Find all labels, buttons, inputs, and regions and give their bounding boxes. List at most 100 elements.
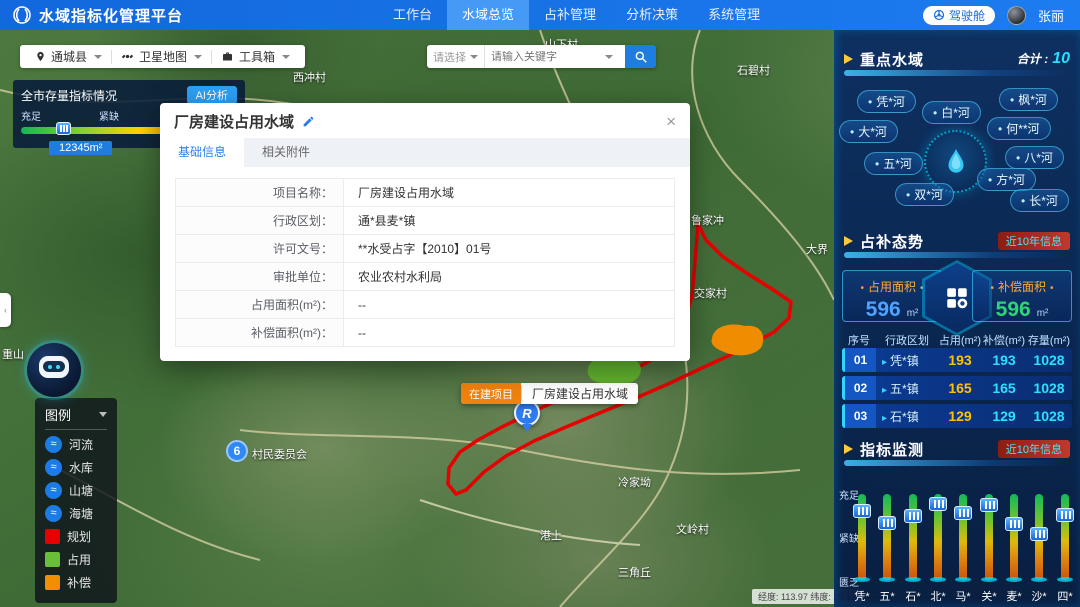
table-row[interactable]: 01▸凭*镇1931931028: [842, 348, 1072, 372]
field-value: --: [344, 319, 675, 347]
level-marker[interactable]: [904, 509, 922, 523]
modal-body: 项目名称：厂房建设占用水域行政区划：通*县麦*镇许可文号：**水受占字【2010…: [160, 167, 690, 361]
legend-items: ≈河流 ≈水库 ≈山塘 ≈海塘规划占用补偿: [45, 436, 107, 591]
legend-item[interactable]: ≈山塘: [45, 482, 107, 499]
toolbox-icon: [221, 51, 234, 63]
app-logo: 水域指标化管理平台: [12, 5, 183, 26]
collapse-arrow-icon[interactable]: [99, 412, 107, 417]
compensated-value: 596: [996, 298, 1031, 321]
field-label: 行政区划：: [176, 207, 344, 235]
monitor-bar: [909, 494, 917, 580]
bullet-icon: •: [850, 125, 854, 139]
map-label: 鲁家冲: [691, 212, 724, 228]
project-callout[interactable]: 在建项目 厂房建设占用水域: [461, 383, 638, 404]
水库-icon: ≈: [45, 459, 62, 476]
nav-item[interactable]: 占补管理: [529, 0, 611, 30]
monitor-bar: [1061, 494, 1069, 580]
project-pin[interactable]: R: [514, 400, 540, 432]
row-town: ▸凭*镇: [876, 352, 938, 369]
arrow-icon: [844, 444, 853, 454]
town-label: 北*: [925, 588, 951, 604]
stock-panel-title: 全市存量指标情况: [21, 87, 117, 104]
row-index: 01: [842, 348, 876, 372]
close-icon[interactable]: ×: [666, 113, 676, 130]
ai-assistant-avatar[interactable]: [27, 343, 81, 397]
legend-item[interactable]: ≈海塘: [45, 505, 107, 522]
basemap-select[interactable]: 卫星地图: [112, 48, 211, 65]
user-avatar[interactable]: [1007, 6, 1026, 25]
nav-item[interactable]: 系统管理: [693, 0, 775, 30]
triangle-icon: ▸: [882, 357, 887, 368]
table-row[interactable]: 03▸石*镇1291291028: [842, 404, 1072, 428]
search-category-select[interactable]: 请选择: [427, 45, 485, 68]
modal-tab[interactable]: 基础信息: [160, 138, 244, 167]
chevron-down-icon: [470, 55, 478, 59]
level-marker[interactable]: [853, 504, 871, 518]
river-pill[interactable]: •双*河: [895, 183, 954, 206]
nav-item[interactable]: 分析决策: [611, 0, 693, 30]
legend-item[interactable]: ≈水库: [45, 459, 107, 476]
river-pill[interactable]: •八*河: [1005, 146, 1064, 169]
field-table: 项目名称：厂房建设占用水域行政区划：通*县麦*镇许可文号：**水受占字【2010…: [176, 179, 675, 347]
ai-analysis-button[interactable]: AI分析: [187, 86, 237, 104]
pin-tip: [522, 424, 532, 432]
row-stock: 1028: [1026, 380, 1072, 396]
blocks-icon: [944, 285, 970, 311]
toolbox-select[interactable]: 工具箱: [212, 48, 299, 65]
region-select[interactable]: 通城县: [26, 48, 111, 65]
legend-item[interactable]: ≈河流: [45, 436, 107, 453]
modal-title: 厂房建设占用水域: [174, 111, 294, 132]
chevron-down-icon: [194, 55, 202, 59]
balance-badge[interactable]: 近10年信息: [998, 232, 1070, 250]
legend-item[interactable]: 补偿: [45, 574, 107, 591]
row-town: ▸石*镇: [876, 408, 938, 425]
cockpit-button[interactable]: 驾驶舱: [923, 6, 995, 25]
edit-icon[interactable]: [302, 115, 315, 128]
field-value: **水受占字【2010】01号: [344, 235, 675, 263]
indicator-chart: 充足 紧缺 匮乏 凭*五*石*北*马*关*麦*沙*四*: [834, 480, 1080, 607]
river-pill[interactable]: •何**河: [987, 117, 1051, 140]
river-pill[interactable]: •五*河: [864, 152, 923, 175]
row-occupied: 165: [938, 380, 982, 396]
nav-item[interactable]: 水域总览: [447, 0, 529, 30]
monitor-bar: [883, 494, 891, 580]
user-name[interactable]: 张丽: [1038, 6, 1064, 25]
river-pill[interactable]: •凭*河: [857, 90, 916, 113]
table-rows: 01▸凭*镇193193102802▸五*镇165165102803▸石*镇12…: [842, 348, 1072, 432]
river-pill[interactable]: •方*河: [977, 168, 1036, 191]
monitor-badge[interactable]: 近10年信息: [998, 440, 1070, 458]
level-marker[interactable]: [878, 516, 896, 530]
table-row[interactable]: 02▸五*镇1651651028: [842, 376, 1072, 400]
map-search: 请选择: [427, 45, 656, 68]
stock-slider-handle[interactable]: [56, 122, 71, 135]
search-input[interactable]: [491, 51, 603, 63]
river-pill[interactable]: •大*河: [839, 120, 898, 143]
level-marker[interactable]: [1005, 517, 1023, 531]
monitor-bar: [1010, 494, 1018, 580]
town-label: 马*: [950, 588, 976, 604]
legend-item[interactable]: 规划: [45, 528, 107, 545]
河流-icon: ≈: [45, 436, 62, 453]
field-label: 占用面积(m²)：: [176, 291, 344, 319]
level-marker[interactable]: [929, 497, 947, 511]
level-marker[interactable]: [1056, 508, 1074, 522]
river-pill[interactable]: •白*河: [922, 101, 981, 124]
level-marker[interactable]: [980, 498, 998, 512]
search-button[interactable]: [625, 45, 656, 68]
ylabel-deficient: 匮乏: [839, 574, 859, 589]
river-pill[interactable]: •枫*河: [999, 88, 1058, 111]
field-row: 补偿面积(m²)：--: [176, 319, 675, 347]
nav-item[interactable]: 工作台: [378, 0, 447, 30]
field-value: 厂房建设占用水域: [344, 179, 675, 207]
arrow-icon: [844, 236, 853, 246]
level-marker[interactable]: [1030, 527, 1048, 541]
ylabel-scarce: 紧缺: [839, 530, 859, 545]
modal-tab[interactable]: 相关附件: [244, 138, 328, 167]
level-marker[interactable]: [954, 506, 972, 520]
bullet-icon: •: [988, 173, 992, 187]
legend-item[interactable]: 占用: [45, 551, 107, 568]
left-collapse-tab[interactable]: ‹: [0, 293, 11, 327]
map-label: 文岭村: [676, 521, 709, 537]
river-pill[interactable]: •长*河: [1010, 189, 1069, 212]
cluster-marker[interactable]: 6: [226, 440, 248, 462]
